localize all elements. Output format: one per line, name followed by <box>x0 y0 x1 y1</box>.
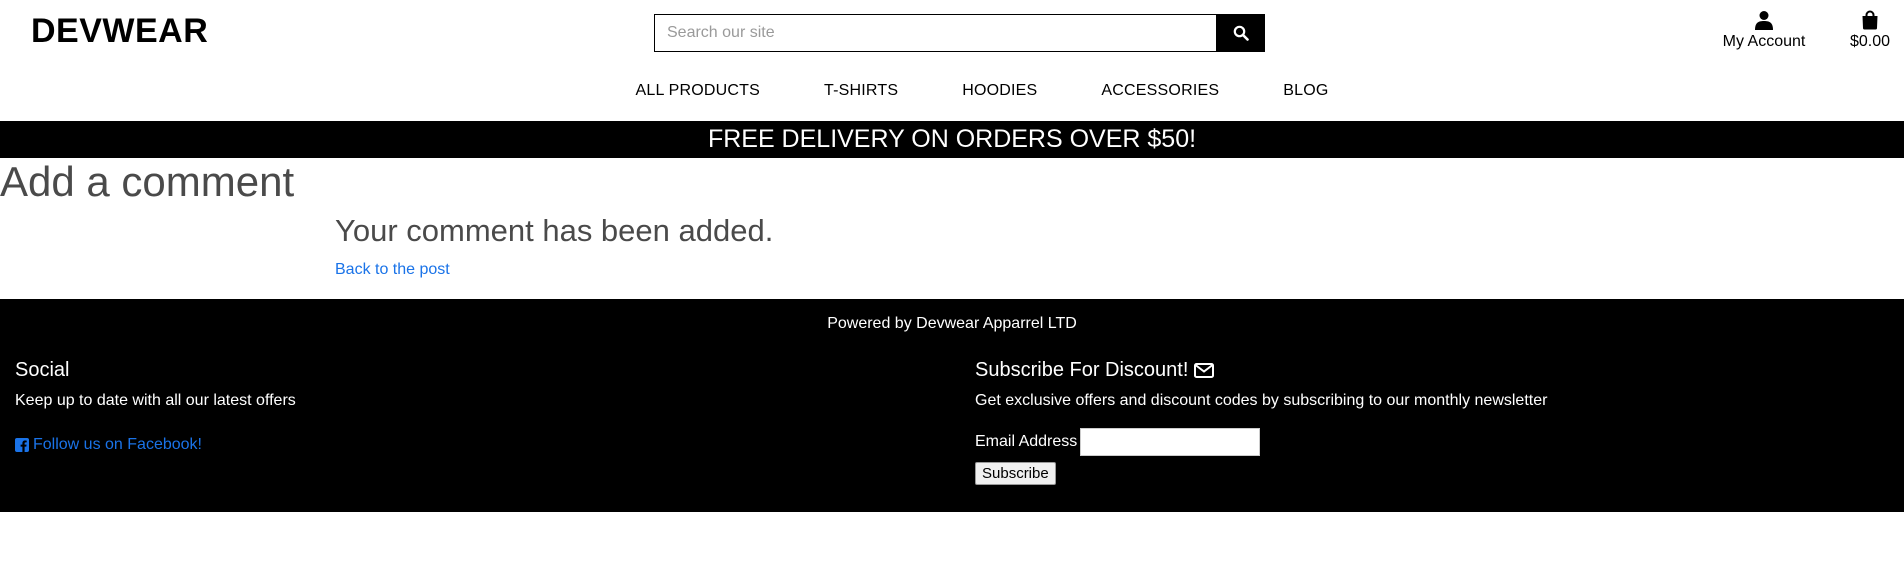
facebook-link[interactable]: Follow us on Facebook! <box>15 436 296 454</box>
email-field[interactable] <box>1080 428 1261 456</box>
powered-by-text: Powered by Devwear Apparrel LTD <box>827 315 1077 332</box>
email-label: Email Address <box>975 433 1078 450</box>
my-account-label: My Account <box>1722 33 1806 50</box>
site-header: DEVWEAR My Account $0.00 ALL PRODUCTS T-… <box>0 0 1904 121</box>
nav-item-hoodies[interactable]: HOODIES <box>962 82 1037 100</box>
site-footer: Powered by Devwear Apparrel LTD Social K… <box>0 299 1904 512</box>
facebook-link-label: Follow us on Facebook! <box>33 436 202 453</box>
subscribe-section: Subscribe For Discount! Get exclusive of… <box>975 359 1547 485</box>
subscribe-text: Get exclusive offers and discount codes … <box>975 392 1548 409</box>
subscribe-button[interactable]: Subscribe <box>975 462 1056 485</box>
user-icon <box>1755 11 1773 30</box>
search-bar <box>654 14 1265 52</box>
search-button[interactable] <box>1216 14 1265 52</box>
success-message: Your comment has been added. <box>335 213 774 248</box>
main-nav: ALL PRODUCTS T-SHIRTS HOODIES ACCESSORIE… <box>0 82 1904 100</box>
main-content: Add a comment Your comment has been adde… <box>0 158 1904 299</box>
nav-item-accessories[interactable]: ACCESSORIES <box>1101 82 1219 100</box>
cart-total: $0.00 <box>1849 33 1891 50</box>
search-input[interactable] <box>654 14 1216 52</box>
nav-item-t-shirts[interactable]: T-SHIRTS <box>824 82 898 100</box>
search-icon <box>1233 25 1249 41</box>
social-heading: Social <box>15 359 70 381</box>
social-text: Keep up to date with all our latest offe… <box>15 392 296 409</box>
subscribe-heading: Subscribe For Discount! <box>975 359 1547 382</box>
nav-item-blog[interactable]: BLOG <box>1283 82 1328 100</box>
nav-item-all-products[interactable]: ALL PRODUCTS <box>636 82 761 100</box>
email-row: Email Address <box>975 428 1547 456</box>
shopping-bag-icon <box>1862 10 1878 30</box>
delivery-banner: FREE DELIVERY ON ORDERS OVER $50! <box>0 121 1904 158</box>
cart-link[interactable]: $0.00 <box>1845 10 1895 51</box>
my-account-link[interactable]: My Account <box>1716 10 1812 51</box>
facebook-icon <box>15 438 29 452</box>
envelope-icon <box>1194 363 1215 378</box>
social-section: Social Keep up to date with all our late… <box>15 359 296 454</box>
logo[interactable]: DEVWEAR <box>31 12 208 51</box>
page-title: Add a comment <box>0 158 295 205</box>
back-to-post-link[interactable]: Back to the post <box>335 261 450 279</box>
